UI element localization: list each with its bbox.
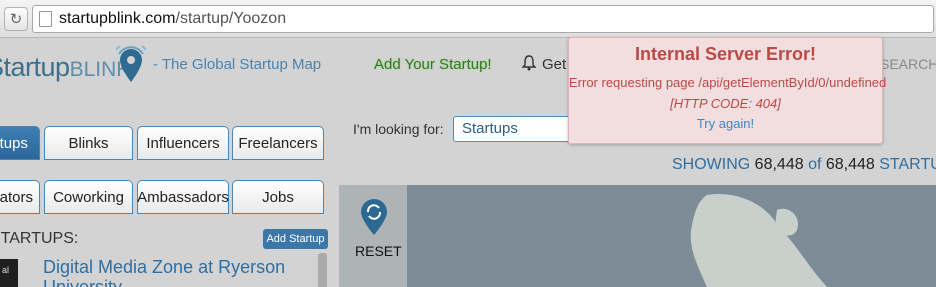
tab-jobs[interactable]: Jobs (232, 180, 324, 214)
error-notification: Internal Server Error! Error requesting … (568, 37, 887, 144)
error-code: [HTTP CODE: 404] (670, 96, 781, 111)
url-text: startupblink.com/startup/Yoozon (59, 10, 286, 28)
error-message: Error requesting page /api/getElementByI… (569, 75, 887, 90)
tab-coworking[interactable]: Coworking (44, 180, 133, 214)
tab-freelancers[interactable]: Freelancers (232, 126, 324, 160)
showing-count: SHOWING 68,448 of 68,448 STARTUPS (672, 156, 936, 173)
logo-pin-icon (116, 46, 146, 82)
add-startup-button[interactable]: Add Startup (263, 229, 328, 249)
url-host: startupblink.com (59, 10, 176, 27)
category-select[interactable]: Startups (453, 116, 578, 142)
tab-accelerators[interactable]: Accelerators (0, 180, 40, 214)
search-label[interactable]: SEARCH (880, 56, 936, 72)
logo-main: Startup (0, 52, 70, 82)
list-item-title[interactable]: Digital Media Zone at Ryerson University (43, 257, 323, 287)
logo[interactable]: StartupBLINK (0, 52, 130, 83)
page-icon (39, 11, 52, 27)
tab-ambassadors[interactable]: Ambassadors (137, 180, 229, 214)
error-title: Internal Server Error! (634, 44, 817, 64)
map[interactable]: RESET (339, 185, 936, 287)
browser-toolbar: ↻ startupblink.com/startup/Yoozon (0, 0, 936, 38)
url-path: /startup/Yoozon (175, 10, 287, 27)
reset-pin-icon[interactable] (359, 197, 389, 237)
bell-icon[interactable] (522, 55, 536, 71)
tab-blinks[interactable]: Blinks (44, 126, 133, 160)
add-your-startup-link[interactable]: Add Your Startup! (374, 56, 492, 73)
startups-heading: STARTUPS: (0, 230, 79, 247)
tab-startups[interactable]: Startups (0, 126, 40, 160)
reload-icon[interactable]: ↻ (4, 7, 28, 31)
looking-for-label: I'm looking for: (353, 121, 444, 137)
address-bar[interactable]: startupblink.com/startup/Yoozon (32, 5, 934, 33)
map-controls-panel: RESET (339, 185, 407, 287)
get-notifications-link[interactable]: Get (542, 56, 566, 73)
tagline: - The Global Startup Map (153, 56, 322, 73)
tab-influencers[interactable]: Influencers (137, 126, 229, 160)
list-item-thumbnail[interactable]: al (0, 259, 18, 287)
try-again-link[interactable]: Try again! (569, 116, 882, 131)
map-landmass (690, 194, 827, 287)
reset-label[interactable]: RESET (355, 243, 402, 259)
list-scrollbar[interactable] (318, 253, 327, 287)
